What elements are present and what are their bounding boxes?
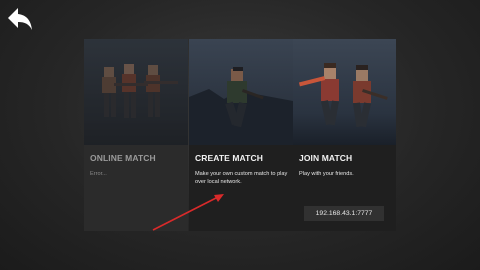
online-match-artwork	[84, 39, 188, 145]
back-arrow-icon	[8, 8, 32, 30]
create-match-card[interactable]: CREATE MATCH Make your own custom match …	[189, 39, 293, 231]
join-match-title: JOIN MATCH	[299, 153, 353, 163]
join-match-artwork	[293, 39, 396, 145]
online-match-status: Error...	[90, 171, 107, 177]
create-match-artwork	[189, 39, 293, 145]
create-match-description: Make your own custom match to play over …	[195, 171, 288, 185]
online-match-card[interactable]: ONLINE MATCH Error...	[84, 39, 188, 231]
join-match-description: Play with your friends.	[299, 171, 354, 177]
back-button[interactable]	[6, 6, 34, 32]
online-match-title: ONLINE MATCH	[90, 153, 156, 163]
server-address-field[interactable]: 192.168.43.1:7777	[304, 206, 384, 221]
join-match-card[interactable]: JOIN MATCH Play with your friends. 192.1…	[293, 39, 396, 231]
create-match-title: CREATE MATCH	[195, 153, 263, 163]
